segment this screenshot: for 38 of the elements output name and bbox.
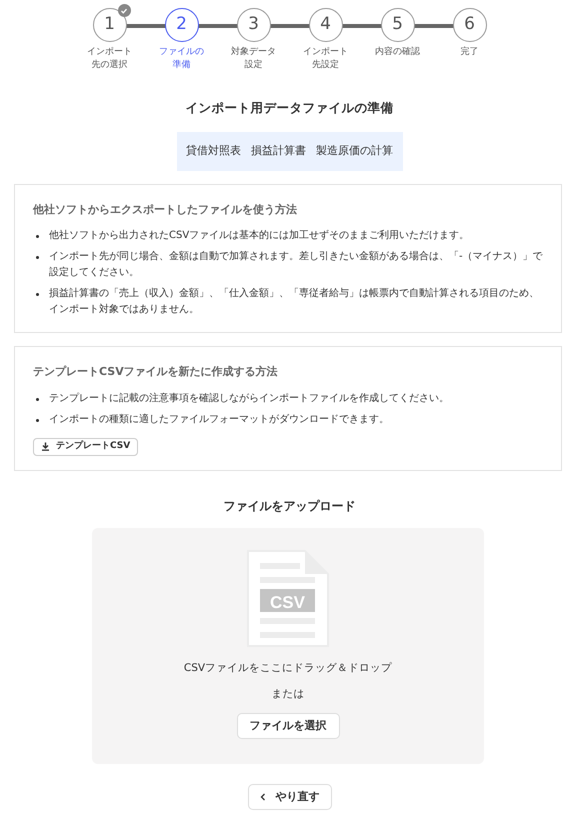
bullet-icon xyxy=(36,418,39,422)
step-number: 5 xyxy=(380,8,414,42)
bullet-text: 損益計算書の「売上（収入）金額」、「仕入金額」、「専従者給与」は帳票内で自動計算される項目のため、インポート対象ではありません。 xyxy=(49,286,540,318)
bullet-text: 他社ソフトから出力されたCSVファイルは基本的には加工せずそのままご利用いただけます。 xyxy=(49,228,470,244)
bullet-icon xyxy=(36,235,39,238)
or-text: または xyxy=(272,686,304,702)
page-heading: インポート用データファイルの準備 xyxy=(184,99,394,117)
template-download-button[interactable]: テンプレートCSV xyxy=(33,438,138,456)
target-label: 損益計算書 xyxy=(251,143,306,159)
bullet-icon xyxy=(36,398,39,401)
step-number: 4 xyxy=(308,8,342,42)
target-label: 貸借対照表 xyxy=(186,143,241,159)
bullet-text: インポートの種類に適したファイルフォーマットがダウンロードできます。 xyxy=(49,412,389,427)
card-title: テンプレートCSVファイルを新たに作成する方法 xyxy=(33,364,279,380)
select-file-button[interactable]: ファイルを選択 xyxy=(236,713,340,740)
step-label: ファイルの 準備 xyxy=(159,46,204,72)
step-number: 1 xyxy=(92,8,126,42)
back-button[interactable]: やり直す xyxy=(248,784,332,810)
chevron-left-icon xyxy=(260,792,266,801)
step-number: 6 xyxy=(452,8,486,42)
upload-heading: ファイルをアップロード xyxy=(222,498,356,515)
csv-file-icon: CSV xyxy=(247,550,329,647)
step-label: インポート 先設定 xyxy=(303,46,348,72)
bullet-text: テンプレートに記載の注意事項を確認しながらインポートファイルを作成してください。 xyxy=(49,392,449,406)
step-label: 完了 xyxy=(460,46,478,59)
step-label: インポート 先の選択 xyxy=(87,46,132,72)
step-number: 2 xyxy=(164,8,198,42)
drop-instruction: CSVファイルをここにドラッグ＆ドロップ xyxy=(184,660,392,676)
drop-zone[interactable]: CSV CSVファイルをここにドラッグ＆ドロップ または ファイルを選択 xyxy=(92,528,484,764)
download-icon xyxy=(41,442,50,452)
bullet-icon xyxy=(36,256,39,260)
card-title: 他社ソフトからエクスポートしたファイルを使う方法 xyxy=(33,202,298,218)
bullet-icon xyxy=(36,293,39,296)
target-label: 製造原価の計算 xyxy=(316,143,393,159)
bullet-text: インポート先が同じ場合、金額は自動で加算されます。差し引きたい金額がある場合は、「-（マイナス）」で設定してください。 xyxy=(49,250,543,280)
step-label: 内容の確認 xyxy=(375,46,420,59)
step-label: 対象データ 設定 xyxy=(231,46,276,72)
step-number: 3 xyxy=(236,8,270,42)
